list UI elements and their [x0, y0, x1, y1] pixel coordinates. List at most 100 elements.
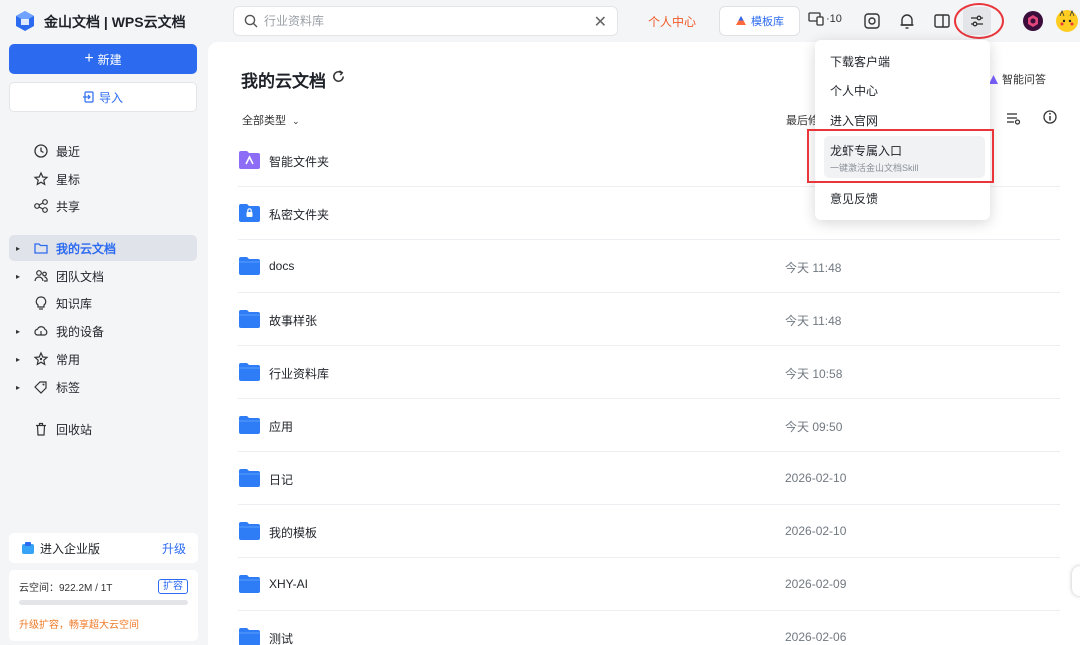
- file-row[interactable]: 故事样张 今天 11:48: [238, 293, 1060, 346]
- scroll-handle[interactable]: [1072, 566, 1080, 596]
- ai-ask-label: 智能问答: [1002, 74, 1046, 86]
- team-icon: [34, 270, 48, 282]
- app-avatar[interactable]: [1023, 11, 1043, 31]
- file-row[interactable]: 我的模板 2026-02-10: [238, 505, 1060, 558]
- plus-icon: +: [84, 50, 94, 67]
- type-filter-dropdown[interactable]: 全部类型 ⌄: [242, 112, 300, 128]
- file-name[interactable]: 测试: [269, 630, 293, 645]
- sidebar-item-0[interactable]: 最近: [9, 138, 197, 164]
- folder-icon: [239, 628, 260, 645]
- expand-button[interactable]: 扩容: [158, 579, 188, 594]
- expand-arrow-icon[interactable]: ▸: [9, 272, 23, 281]
- import-button-label: 导入: [98, 90, 123, 105]
- expand-arrow-icon[interactable]: ▸: [9, 244, 23, 253]
- sidebar-item-label: 我的设备: [56, 324, 105, 339]
- import-icon: [82, 91, 94, 103]
- search-box[interactable]: ✕: [233, 6, 618, 36]
- template-button-label: 模板库: [751, 16, 784, 28]
- file-modified-date: 今天 11:48: [785, 261, 842, 275]
- user-avatar[interactable]: [1056, 9, 1078, 32]
- sidebar-item-label: 回收站: [56, 422, 93, 437]
- folder-icon: [239, 310, 260, 328]
- app-logo-icon[interactable]: [14, 10, 36, 32]
- file-row[interactable]: 测试 2026-02-06: [238, 611, 1060, 645]
- file-modified-date: 今天 11:48: [785, 314, 842, 328]
- file-modified-date: 今天 10:58: [785, 367, 843, 381]
- sidebar-item-7[interactable]: ▸ 常用: [9, 346, 197, 372]
- file-modified-date: 2026-02-10: [785, 471, 847, 485]
- clear-search-icon[interactable]: ✕: [594, 12, 607, 32]
- menu-item-official-site[interactable]: 进入官网: [830, 112, 878, 129]
- search-icon: [244, 14, 258, 28]
- file-name[interactable]: 日记: [269, 471, 293, 488]
- sidebar-item-9[interactable]: 回收站: [9, 416, 197, 442]
- personal-center-link[interactable]: 个人中心: [648, 13, 696, 30]
- file-modified-date: 2026-02-10: [785, 524, 847, 538]
- tag-icon: [34, 381, 47, 394]
- import-button[interactable]: 导入: [9, 82, 197, 112]
- private-folder-icon: [239, 204, 260, 222]
- highlight-ellipse: [954, 3, 1004, 39]
- file-name[interactable]: 我的模板: [269, 524, 317, 541]
- storage-promo-link[interactable]: 升级扩容，畅享超大云空间: [19, 616, 139, 631]
- top-bar: 金山文档 | WPS云文档 ✕ 个人中心 模板库 ·10: [0, 0, 1080, 42]
- enterprise-label: 进入企业版: [40, 541, 101, 556]
- trash-icon: [36, 422, 46, 436]
- file-name[interactable]: 私密文件夹: [269, 206, 329, 223]
- file-modified-date: 2026-02-06: [785, 630, 847, 644]
- sidebar-item-4[interactable]: ▸ 团队文档: [9, 263, 197, 289]
- file-row[interactable]: 应用 今天 09:50: [238, 399, 1060, 452]
- sidebar-item-8[interactable]: ▸ 标签: [9, 374, 197, 400]
- file-name[interactable]: 行业资料库: [269, 365, 329, 382]
- share-icon: [34, 199, 48, 213]
- bell-icon[interactable]: [897, 11, 917, 31]
- sidebar-item-label: 最近: [56, 144, 81, 159]
- search-input[interactable]: [264, 14, 584, 28]
- sidebar-item-label: 标签: [56, 380, 81, 395]
- file-row[interactable]: docs 今天 11:48: [238, 240, 1060, 293]
- sidebar-item-2[interactable]: 共享: [9, 193, 197, 219]
- sidebar-item-3[interactable]: ▸ 我的云文档: [9, 235, 197, 261]
- backup-icon[interactable]: [862, 11, 882, 31]
- menu-item-download-client[interactable]: 下载客户端: [830, 53, 890, 70]
- file-name[interactable]: 故事样张: [269, 312, 317, 329]
- menu-item-feedback[interactable]: 意见反馈: [830, 190, 878, 207]
- file-name[interactable]: XHY-AI: [269, 577, 308, 591]
- template-library-button[interactable]: 模板库: [719, 6, 800, 36]
- template-icon: [736, 16, 746, 25]
- file-row[interactable]: 行业资料库 今天 10:58: [238, 346, 1060, 399]
- device-icon: [808, 12, 824, 26]
- new-button[interactable]: + 新建: [9, 44, 197, 74]
- file-row[interactable]: 日记 2026-02-10: [238, 452, 1060, 505]
- info-icon[interactable]: [1042, 109, 1058, 125]
- sidebar-item-5[interactable]: 知识库: [9, 290, 197, 316]
- sidebar-item-label: 共享: [56, 199, 81, 214]
- view-settings-icon[interactable]: [1005, 110, 1021, 126]
- refresh-icon[interactable]: [331, 69, 346, 84]
- smart-folder-icon: [239, 151, 260, 169]
- file-name[interactable]: 智能文件夹: [269, 153, 329, 170]
- enterprise-banner[interactable]: 进入企业版 升级: [9, 533, 198, 563]
- sidebar-item-1[interactable]: 星标: [9, 166, 197, 192]
- type-filter-label: 全部类型: [242, 115, 286, 127]
- file-modified-date: 2026-02-09: [785, 577, 847, 591]
- file-row[interactable]: XHY-AI 2026-02-09: [238, 558, 1060, 611]
- menu-item-personal-center[interactable]: 个人中心: [830, 82, 878, 99]
- folder-icon: [34, 243, 48, 254]
- file-name[interactable]: docs: [269, 259, 294, 273]
- upgrade-link[interactable]: 升级: [162, 540, 186, 557]
- new-button-label: 新建: [97, 52, 122, 67]
- expand-arrow-icon[interactable]: ▸: [9, 327, 23, 336]
- storage-card: 云空间：922.2M / 1T 扩容 升级扩容，畅享超大云空间: [9, 570, 198, 641]
- expand-arrow-icon[interactable]: ▸: [9, 383, 23, 392]
- enterprise-icon: [22, 542, 34, 554]
- folder-icon: [239, 416, 260, 434]
- clock-icon: [34, 144, 48, 158]
- sidebar-item-6[interactable]: ▸ 我的设备: [9, 318, 197, 344]
- ai-ask-button[interactable]: 智能问答: [988, 71, 1046, 87]
- cloud-device-icon: [34, 326, 48, 336]
- file-name[interactable]: 应用: [269, 418, 293, 435]
- expand-arrow-icon[interactable]: ▸: [9, 355, 23, 364]
- devices-button[interactable]: ·10: [808, 12, 842, 26]
- panel-toggle-icon[interactable]: [932, 11, 952, 31]
